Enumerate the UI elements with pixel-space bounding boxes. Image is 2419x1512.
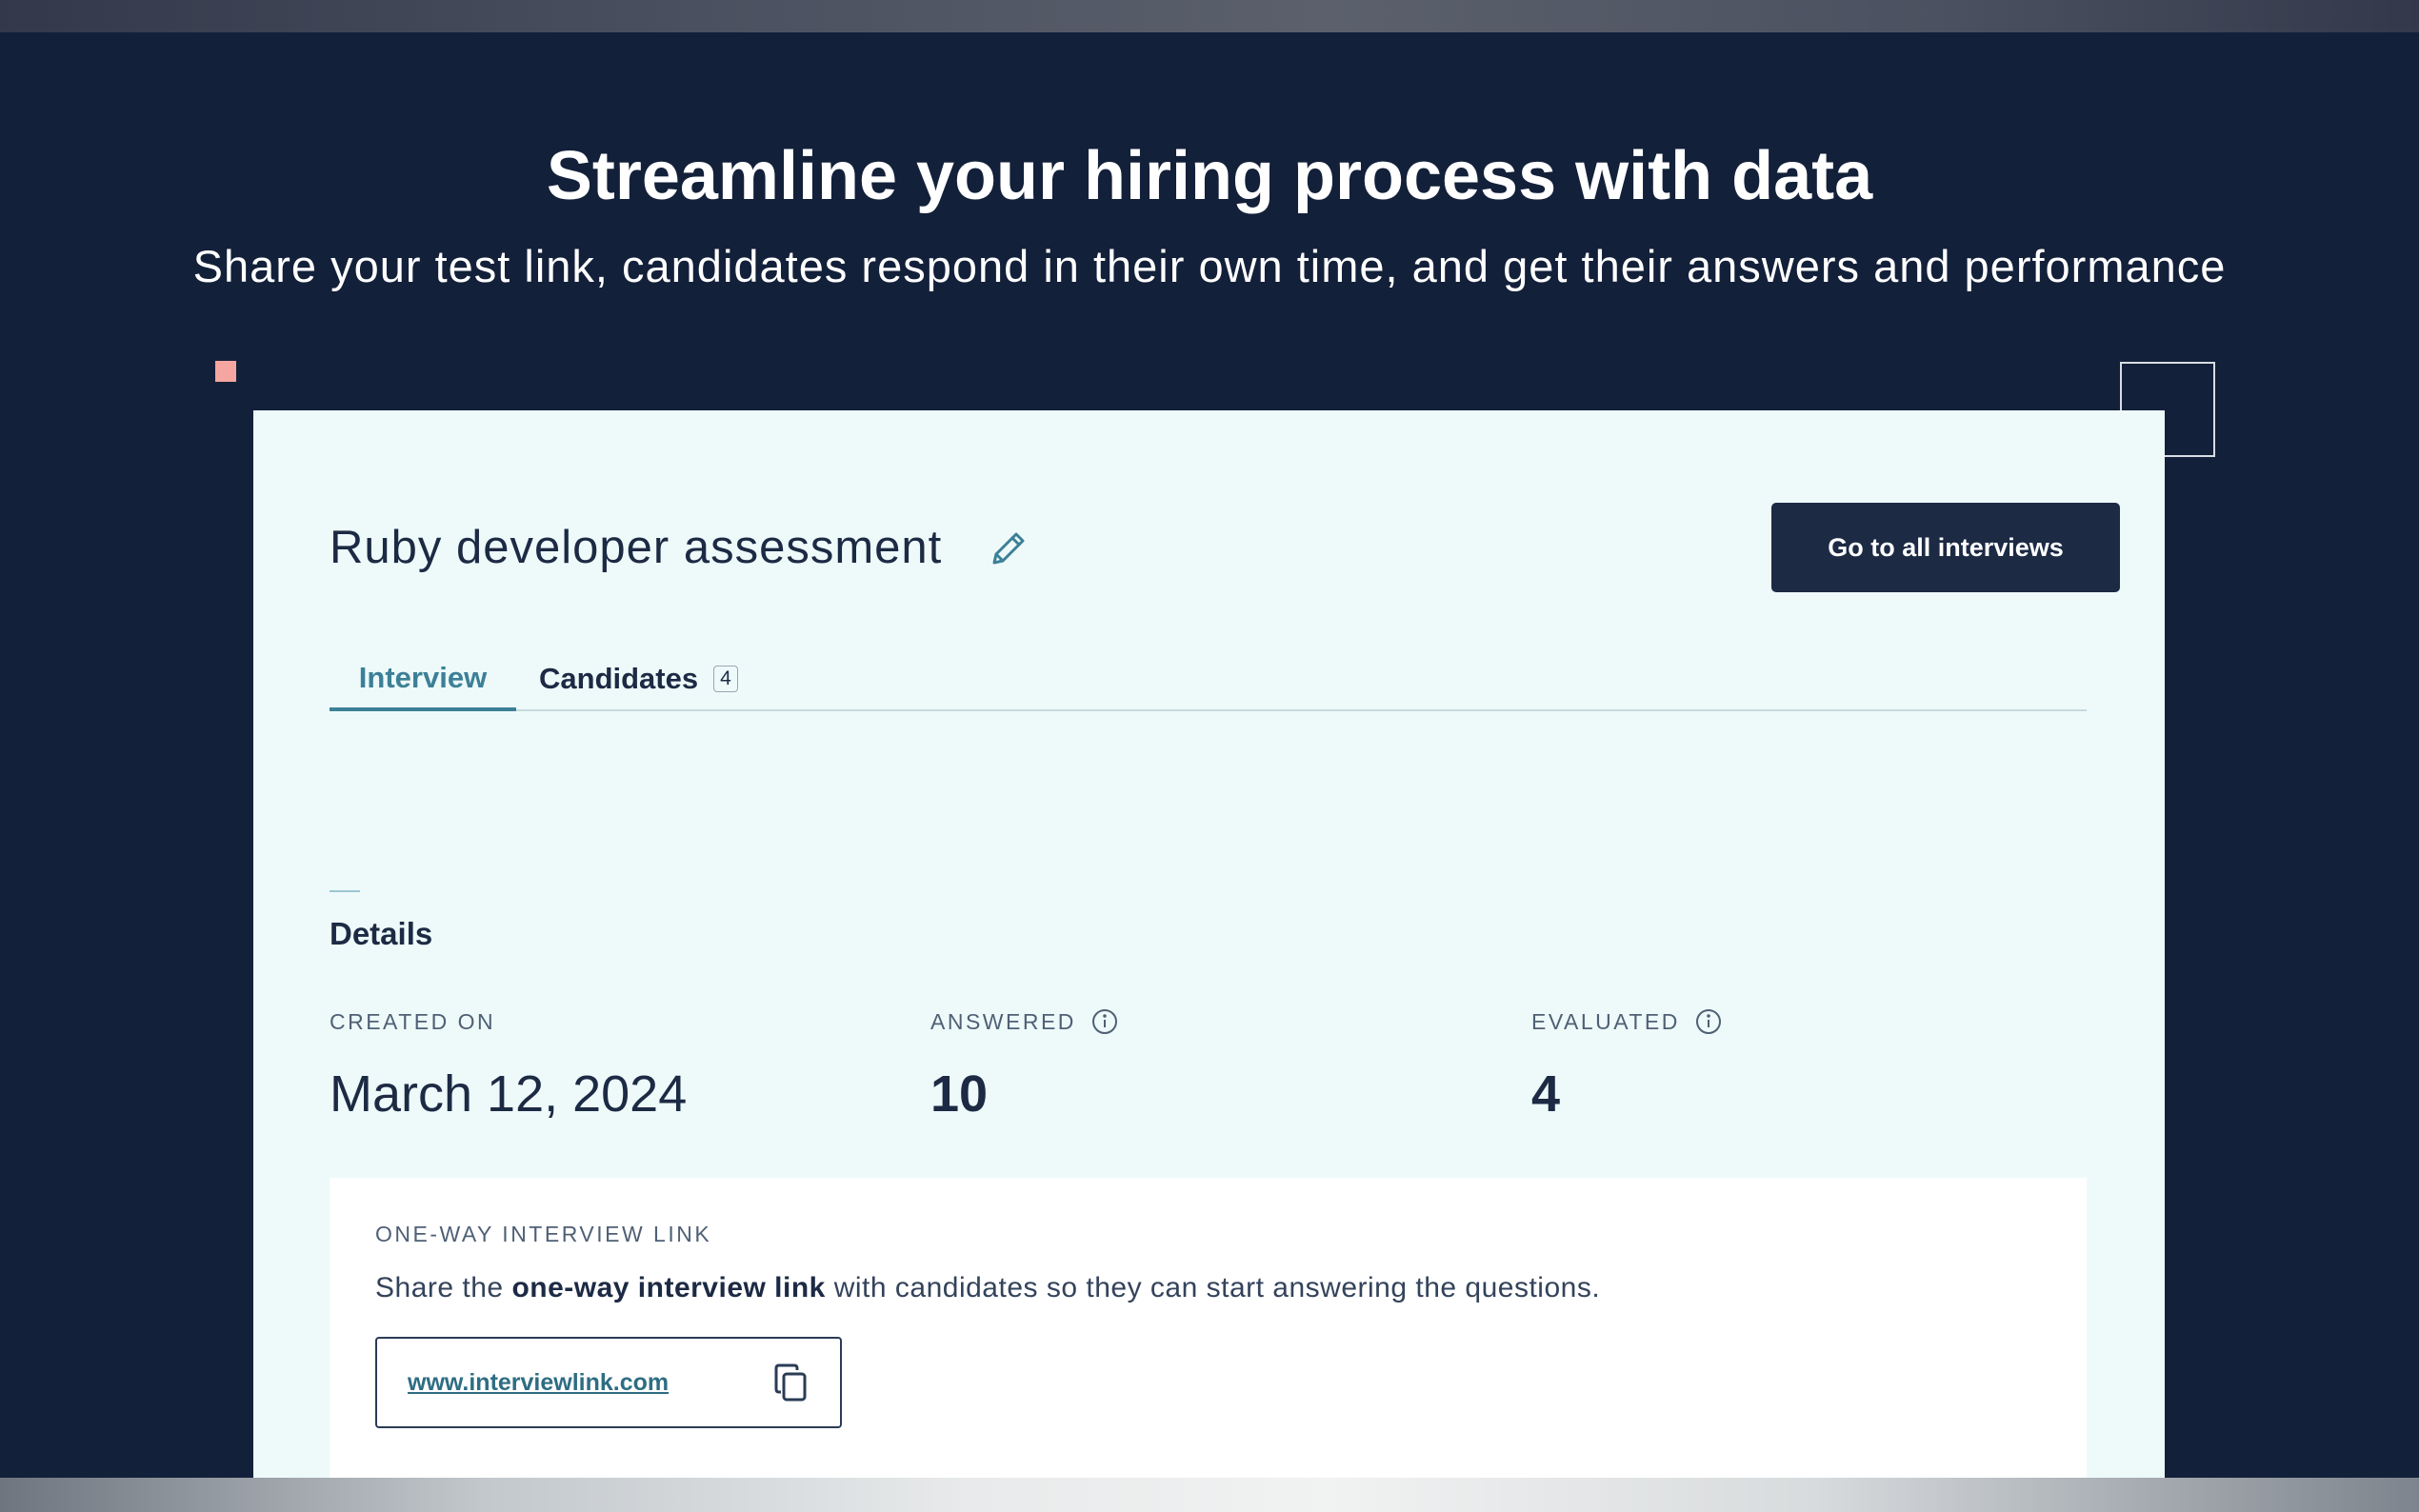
- link-desc-prefix: Share the: [375, 1272, 504, 1303]
- details-accent-rule: [330, 890, 360, 892]
- top-window-strip: [0, 0, 2419, 32]
- assessment-card: Ruby developer assessment Go to all inte…: [253, 410, 2165, 1478]
- hero-subtitle: Share your test link, candidates respond…: [192, 241, 2227, 291]
- interview-link-panel: ONE-WAY INTERVIEW LINK Share the one-way…: [330, 1178, 2087, 1478]
- link-desc-suffix: with candidates so they can start answer…: [833, 1272, 1601, 1303]
- evaluated-label-text: EVALUATED: [1531, 1009, 1680, 1034]
- interview-link-box: www.interviewlink.com: [375, 1337, 842, 1428]
- tab-interview[interactable]: Interview: [330, 648, 516, 711]
- tab-candidates[interactable]: Candidates 4: [539, 648, 738, 709]
- created-on-label: CREATED ON: [330, 1008, 495, 1035]
- evaluated-label: EVALUATED: [1531, 1008, 1722, 1035]
- answered-label-text: ANSWERED: [930, 1009, 1076, 1034]
- go-to-all-interviews-button[interactable]: Go to all interviews: [1771, 503, 2120, 592]
- details-heading: Details: [330, 916, 433, 951]
- tab-interview-label: Interview: [358, 661, 488, 694]
- tab-bar: Interview Candidates 4: [330, 648, 2087, 711]
- created-on-value: March 12, 2024: [330, 1065, 688, 1123]
- created-on-label-text: CREATED ON: [330, 1009, 496, 1034]
- info-icon[interactable]: [1695, 1008, 1722, 1035]
- answered-value: 10: [930, 1065, 989, 1123]
- evaluated-value: 4: [1531, 1065, 1561, 1123]
- copy-icon[interactable]: [771, 1363, 810, 1403]
- link-desc-bold: one-way interview link: [511, 1272, 826, 1303]
- tab-candidates-label: Candidates: [539, 662, 699, 695]
- interview-link-label: ONE-WAY INTERVIEW LINK: [375, 1222, 712, 1246]
- info-icon[interactable]: [1091, 1008, 1118, 1035]
- decorative-square: [215, 361, 236, 382]
- bottom-window-strip: [0, 1478, 2419, 1512]
- pencil-icon[interactable]: [987, 527, 1030, 570]
- interview-link-description: Share the one-way interview link with ca…: [375, 1269, 1600, 1307]
- assessment-title: Ruby developer assessment: [330, 522, 943, 573]
- answered-label: ANSWERED: [930, 1008, 1118, 1035]
- hero-title: Streamline your hiring process with data: [546, 138, 1873, 214]
- interview-link-url[interactable]: www.interviewlink.com: [408, 1369, 669, 1397]
- candidates-count-badge: 4: [713, 666, 738, 692]
